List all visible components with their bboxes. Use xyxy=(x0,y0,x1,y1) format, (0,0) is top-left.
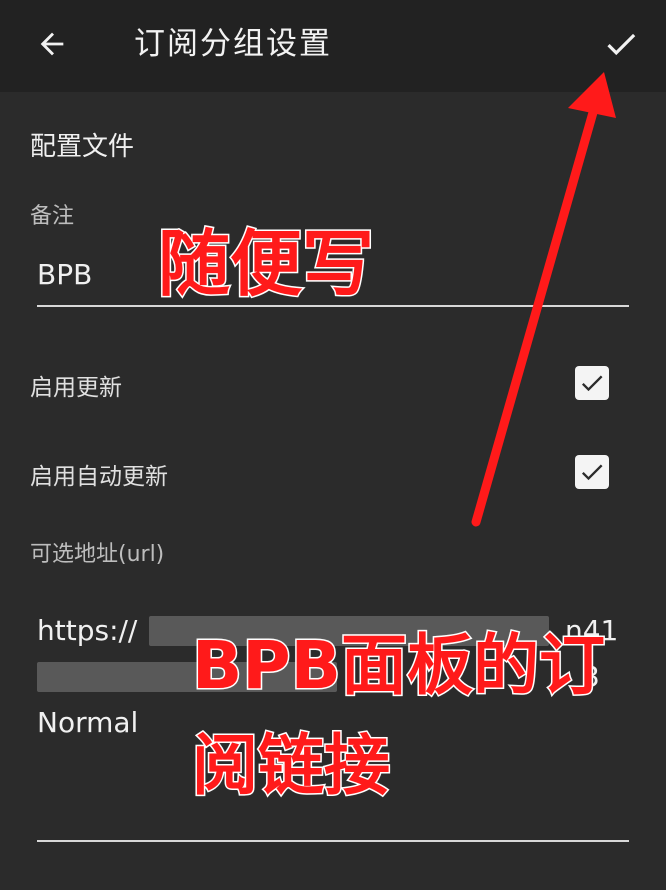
annotation-arrow xyxy=(471,72,616,527)
